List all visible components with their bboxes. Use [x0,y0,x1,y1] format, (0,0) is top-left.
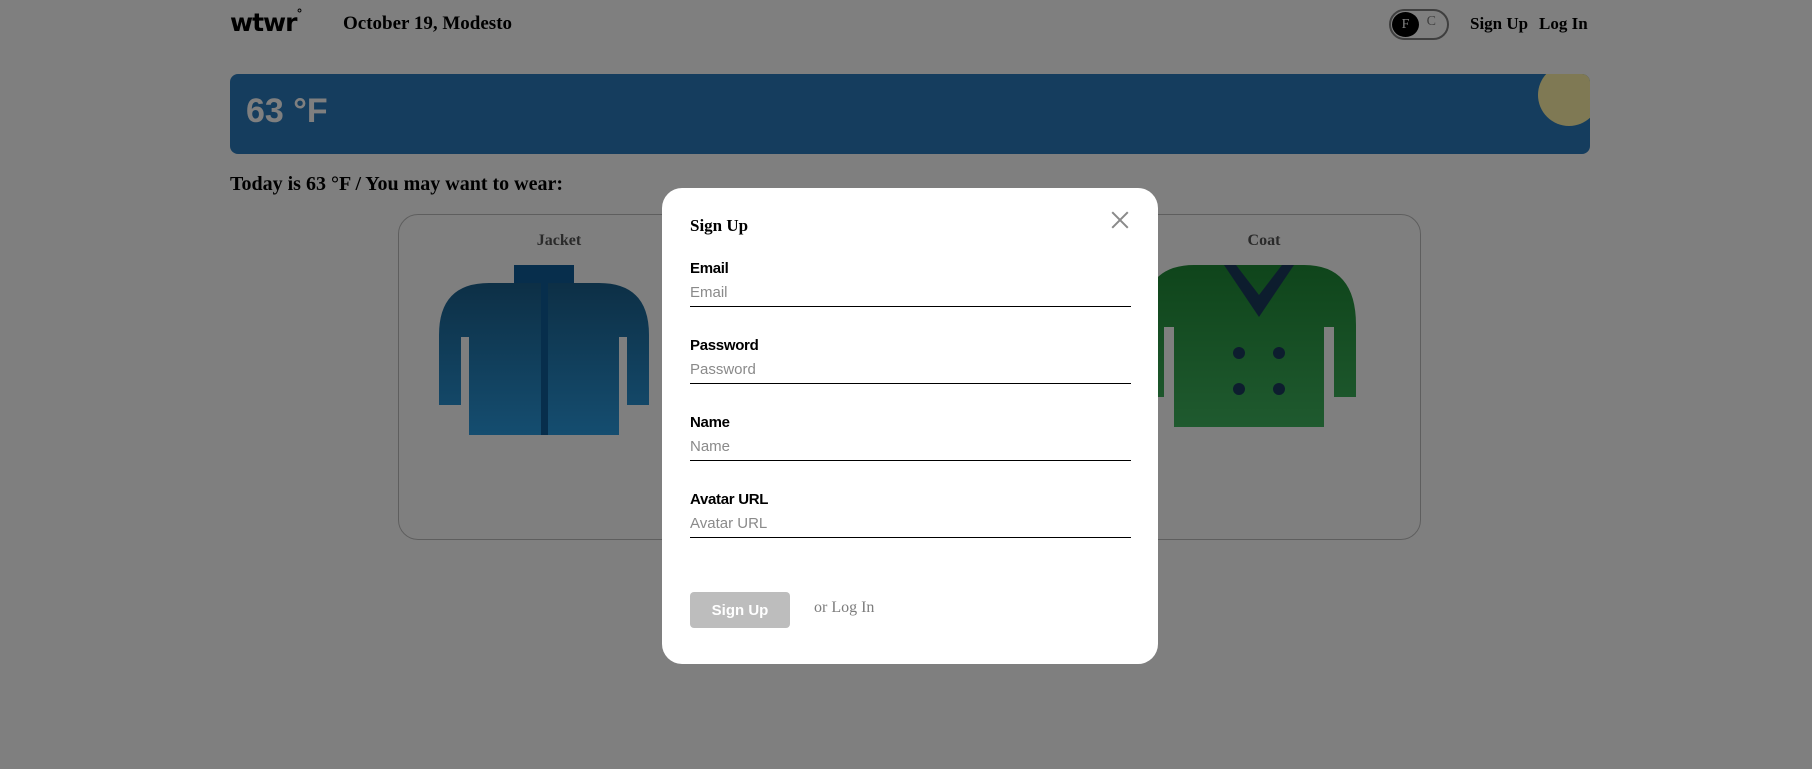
close-icon[interactable] [1108,208,1132,232]
modal-title: Sign Up [690,216,749,235]
name-field-group: Name [690,414,1131,461]
password-field[interactable] [690,359,1131,384]
avatar-url-label: Avatar URL [690,491,769,508]
switch-to-login-link[interactable]: or Log In [814,599,874,617]
password-field-group: Password [690,337,1131,384]
password-label: Password [690,337,759,354]
name-field[interactable] [690,436,1131,461]
name-label: Name [690,414,730,431]
avatar-url-field[interactable] [690,513,1131,538]
avatar-url-field-group: Avatar URL [690,491,1131,538]
signup-submit-button[interactable]: Sign Up [690,592,790,628]
email-field-group: Email [690,260,1131,307]
signup-modal: Sign Up Email Password Name Avatar URL S… [662,188,1158,664]
email-field[interactable] [690,282,1131,307]
email-label: Email [690,260,729,277]
